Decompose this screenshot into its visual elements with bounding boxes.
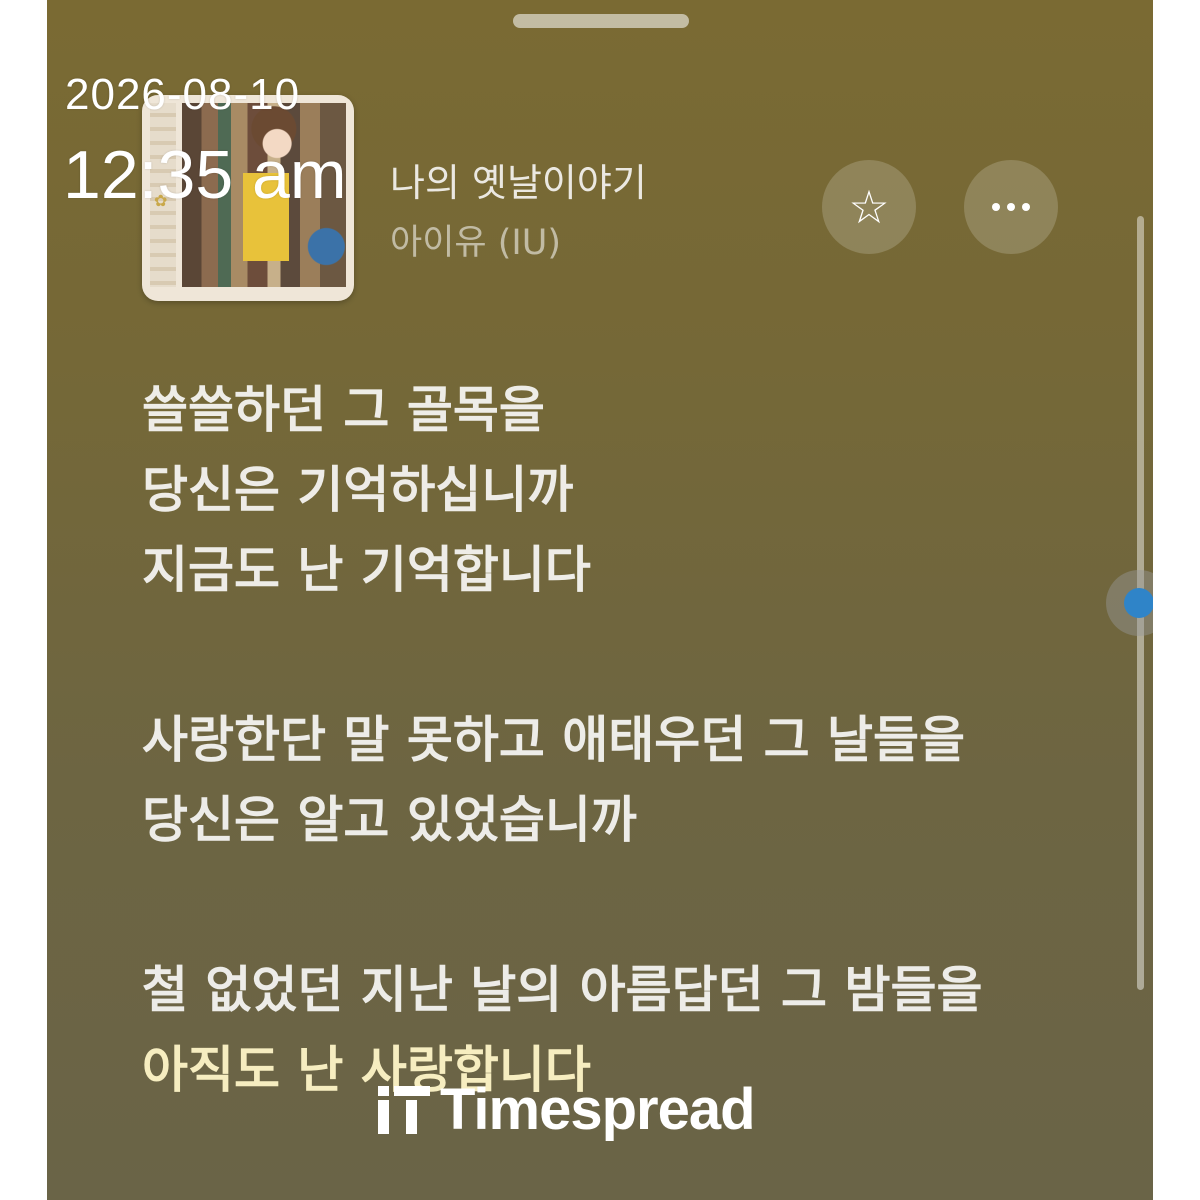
watermark-logo-icon — [378, 1085, 430, 1134]
timestamp-time: 12:35 am — [63, 137, 347, 213]
lyric-line[interactable]: 쓸쓸하던 그 골목을 — [142, 370, 1122, 450]
stanza-gap — [142, 610, 1122, 700]
lyric-line[interactable]: 당신은 기억하십니까 — [142, 450, 1122, 530]
artist-name[interactable]: 아이유 (IU) — [390, 214, 561, 265]
song-title: 나의 옛날이야기 — [390, 161, 647, 205]
lyric-line[interactable]: 사랑한단 말 못하고 애태우던 그 날들을 — [142, 700, 1122, 780]
more-options-button[interactable] — [964, 160, 1058, 254]
star-outline-icon: ☆ — [848, 180, 890, 234]
lyric-line[interactable]: 철 없었던 지난 날의 아름답던 그 밤들을 — [142, 950, 1122, 1030]
timestamp-date: 2026-08-10 — [65, 70, 301, 119]
watermark-text: Timespread — [440, 1077, 756, 1142]
lyric-line[interactable]: 지금도 난 기억합니다 — [142, 530, 1122, 610]
watermark: Timespread — [378, 1076, 756, 1143]
lyrics-panel[interactable]: 쓸쓸하던 그 골목을 당신은 기억하십니까 지금도 난 기억합니다 사랑한단 말… — [142, 370, 1122, 1110]
scroll-thumb-dot — [1124, 588, 1153, 618]
favorite-button[interactable]: ☆ — [822, 160, 916, 254]
stanza-gap — [142, 860, 1122, 950]
lyric-line[interactable]: 당신은 알고 있었습니까 — [142, 780, 1122, 860]
more-horizontal-icon — [992, 203, 1030, 211]
sheet-grabber-handle[interactable] — [513, 14, 689, 28]
